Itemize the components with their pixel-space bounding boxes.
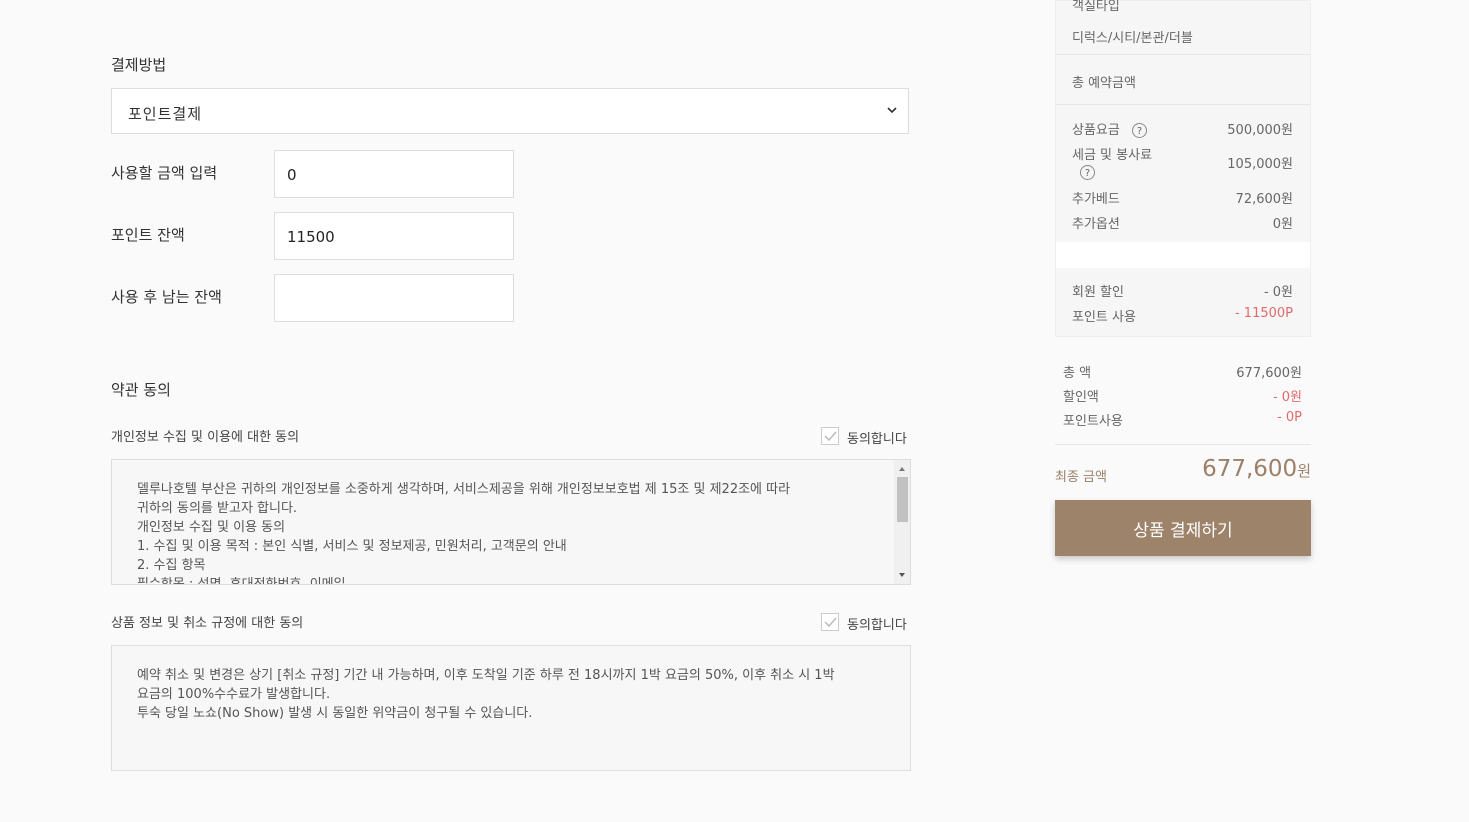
room-type-label: 객실타입 bbox=[1072, 0, 1120, 14]
terms-line: 2. 수집 항목 bbox=[137, 558, 206, 573]
payment-method-value: 포인트결제 bbox=[128, 105, 203, 123]
check-icon bbox=[824, 431, 837, 442]
checkbox[interactable] bbox=[821, 427, 839, 445]
point-balance-value: 11500 bbox=[287, 228, 335, 246]
terms-line: 델루나호텔 부산은 귀하의 개인정보를 소중하게 생각하며, 서비스제공을 위해… bbox=[137, 482, 791, 497]
point-label: 포인트사용 bbox=[1063, 414, 1123, 429]
total-reserve-label: 총 예약금액 bbox=[1072, 76, 1136, 91]
payment-method-title: 결제방법 bbox=[111, 56, 167, 74]
terms-line: 귀하의 동의를 받고자 합니다. bbox=[137, 501, 298, 516]
help-icon[interactable]: ? bbox=[1131, 123, 1147, 138]
help-icon[interactable]: ? bbox=[1080, 165, 1095, 180]
point-value: - 0P bbox=[1277, 410, 1302, 425]
room-type-value: 디럭스/시티/본관/더블 bbox=[1072, 31, 1193, 46]
privacy-terms-box[interactable]: 델루나호텔 부산은 귀하의 개인정보를 소중하게 생각하며, 서비스제공을 위해… bbox=[111, 459, 911, 585]
final-amount-label: 최종 금액 bbox=[1055, 470, 1107, 485]
divider bbox=[1055, 444, 1311, 445]
use-amount-input[interactable]: 0 bbox=[274, 150, 514, 198]
extra-bed-value: 72,600원 bbox=[1235, 192, 1293, 207]
chevron-down-icon bbox=[887, 107, 897, 114]
extra-bed-label: 추가베드 bbox=[1072, 192, 1120, 207]
pay-button[interactable]: 상품 결제하기 bbox=[1055, 500, 1311, 556]
extra-option-label: 추가옵션 bbox=[1072, 217, 1120, 232]
privacy-terms-text: 델루나호텔 부산은 귀하의 개인정보를 소중하게 생각하며, 서비스제공을 위해… bbox=[137, 480, 877, 585]
remaining-balance-label: 사용 후 남는 잔액 bbox=[111, 288, 222, 306]
scrollbar[interactable] bbox=[894, 460, 910, 584]
terms-line: 요금의 100%수수료가 발생합니다. bbox=[137, 687, 331, 702]
privacy-agree-label: 동의합니다 bbox=[847, 432, 907, 447]
tax-value: 105,000원 bbox=[1227, 157, 1293, 172]
remaining-balance-input[interactable] bbox=[274, 274, 514, 322]
point-balance-input[interactable]: 11500 bbox=[274, 212, 514, 260]
final-amount-unit: 원 bbox=[1297, 462, 1311, 480]
final-amount-number: 677,600 bbox=[1202, 456, 1298, 482]
extra-option-value: 0원 bbox=[1272, 217, 1293, 232]
privacy-agree-checkbox[interactable]: 동의합니다 bbox=[821, 427, 911, 447]
use-amount-label: 사용할 금액 입력 bbox=[111, 164, 218, 182]
terms-line: 예약 취소 및 변경은 상기 [취소 규정] 기간 내 가능하며, 이후 도착일… bbox=[137, 668, 835, 683]
member-discount-value: - 0원 bbox=[1263, 285, 1293, 300]
scroll-up-icon[interactable] bbox=[894, 462, 910, 476]
tax-label: 세금 및 봉사료 bbox=[1072, 148, 1153, 163]
privacy-agree-title: 개인정보 수집 및 이용에 대한 동의 bbox=[111, 430, 300, 445]
total-value: 677,600원 bbox=[1236, 366, 1302, 381]
terms-line: 투숙 당일 노쇼(No Show) 발생 시 동일한 위약금이 청구될 수 있습… bbox=[137, 706, 533, 721]
total-label: 총 액 bbox=[1063, 366, 1092, 381]
scroll-down-icon[interactable] bbox=[894, 568, 910, 582]
divider-band bbox=[1056, 242, 1310, 268]
cancel-terms-text: 예약 취소 및 변경은 상기 [취소 규정] 기간 내 가능하며, 이후 도착일… bbox=[137, 666, 877, 723]
discount-value: - 0원 bbox=[1272, 390, 1302, 405]
divider bbox=[1056, 104, 1310, 105]
terms-line: 필수항목 : 성명, 휴대전화번호, 이메일 bbox=[137, 577, 346, 585]
use-amount-value: 0 bbox=[287, 166, 297, 184]
terms-line: 1. 수집 및 이용 목적 : 본인 식별, 서비스 및 정보제공, 민원처리,… bbox=[137, 539, 567, 554]
final-amount-value: 677,600원 bbox=[1202, 456, 1311, 482]
point-use-label: 포인트 사용 bbox=[1072, 310, 1136, 325]
terms-title: 약관 동의 bbox=[111, 381, 171, 399]
product-fee-label: 상품요금 ? bbox=[1072, 119, 1147, 138]
product-fee-value: 500,000원 bbox=[1227, 123, 1293, 138]
checkbox[interactable] bbox=[821, 613, 839, 631]
point-balance-label: 포인트 잔액 bbox=[111, 226, 185, 244]
discount-label: 할인액 bbox=[1063, 390, 1099, 405]
payment-method-select[interactable]: 포인트결제 bbox=[111, 88, 909, 134]
cancel-agree-title: 상품 정보 및 취소 규정에 대한 동의 bbox=[111, 616, 304, 631]
product-fee-label-text: 상품요금 bbox=[1072, 123, 1120, 138]
scrollbar-thumb[interactable] bbox=[897, 477, 908, 522]
point-use-value: - 11500P bbox=[1234, 306, 1293, 321]
divider bbox=[1056, 54, 1310, 55]
terms-line: 개인정보 수집 및 이용 동의 bbox=[137, 520, 286, 535]
cancel-agree-label: 동의합니다 bbox=[847, 618, 907, 633]
cancel-agree-checkbox[interactable]: 동의합니다 bbox=[821, 613, 911, 633]
check-icon bbox=[824, 617, 837, 628]
cancel-terms-box[interactable]: 예약 취소 및 변경은 상기 [취소 규정] 기간 내 가능하며, 이후 도착일… bbox=[111, 645, 911, 771]
member-discount-label: 회원 할인 bbox=[1072, 285, 1124, 300]
